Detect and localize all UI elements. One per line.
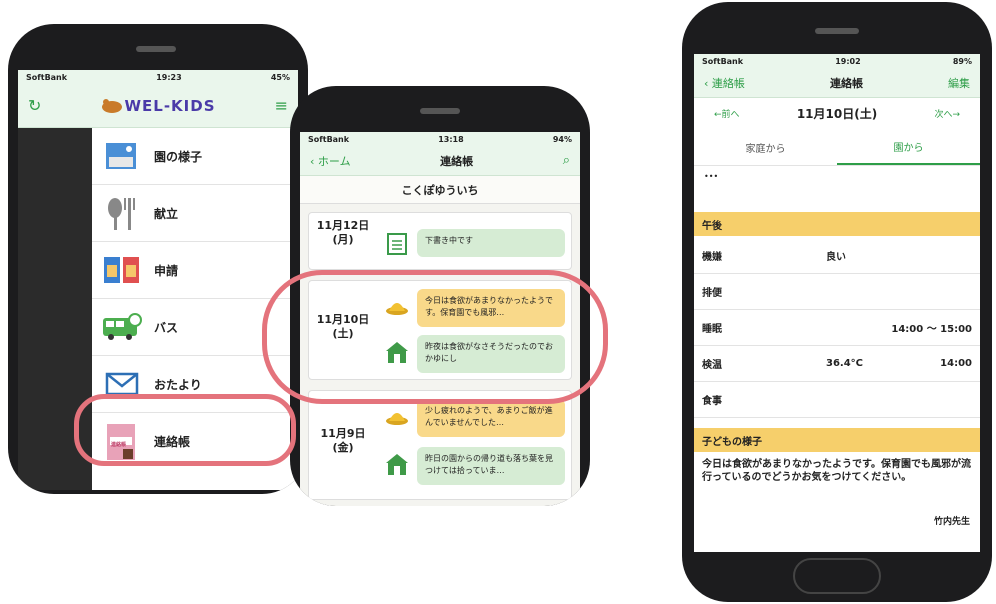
prev-day-button[interactable]: ←前へ xyxy=(714,107,740,120)
phone-notebook-detail: SoftBank 19:02 89% ‹ 連絡帳 連絡帳 編集 ←前へ 11月1… xyxy=(682,2,992,602)
back-button[interactable]: ‹ ホーム xyxy=(310,153,351,169)
clock: 19:02 xyxy=(835,56,861,66)
notebook-icon: 連絡帳 xyxy=(102,423,142,460)
day-date: 11月9日 (金) xyxy=(320,427,366,454)
home-icon xyxy=(386,454,408,475)
fork-knife-icon xyxy=(102,196,142,230)
menu-item-application[interactable]: 申請 xyxy=(92,242,298,299)
ellipsis: ••• xyxy=(704,172,719,181)
form-icon xyxy=(102,253,142,287)
school-hat-icon xyxy=(386,413,408,425)
message-bubble[interactable]: 少し疲れのようで、あまりご飯が進んでいませんでした… xyxy=(417,399,565,437)
record-row: 機嫌 良い xyxy=(694,238,980,274)
clock: 13:18 xyxy=(438,134,464,144)
home-icon xyxy=(386,342,408,363)
teacher-signature: 竹内先生 xyxy=(933,517,970,527)
carrier: SoftBank xyxy=(702,56,744,66)
day-card[interactable]: 11月12日 (月) 下書き中です xyxy=(308,212,572,270)
speaker xyxy=(815,28,859,34)
home-button[interactable] xyxy=(793,558,881,594)
clock: 19:23 xyxy=(156,72,182,82)
record-row: 検温 36.4°C 14:00 xyxy=(694,346,980,382)
carrier: SoftBank xyxy=(26,72,68,82)
notebook-detail-screen: SoftBank 19:02 89% ‹ 連絡帳 連絡帳 編集 ←前へ 11月1… xyxy=(694,54,980,552)
message-bubble[interactable]: 下書き中です xyxy=(417,229,565,257)
day-date: 11月10日 (土) xyxy=(316,313,370,340)
day-card[interactable]: 11月10日 (土) 今日は食欲があまりなかったようです。保育園でも風邪… 昨夜… xyxy=(308,280,572,380)
status-bar: SoftBank 19:02 89% xyxy=(694,54,980,68)
tab-bar: 家庭から 園から xyxy=(694,130,980,166)
message-bubble[interactable]: 今日は食欲があまりなかったようです。保育園でも風邪… xyxy=(417,289,565,327)
app-header: ↻ WEL-KIDS ≡ xyxy=(18,84,298,128)
current-date: 11月10日(土) xyxy=(796,106,878,121)
message-bubble[interactable]: 昨夜は食欲がなさそうだったのでおかゆにし xyxy=(417,335,565,373)
menu-item-bus[interactable]: バス xyxy=(92,299,298,356)
logo-text: WEL-KIDS xyxy=(124,96,216,115)
photo-icon xyxy=(102,139,142,173)
status-bar: SoftBank 19:23 45% xyxy=(18,70,298,84)
notebook-list-screen: SoftBank 13:18 94% ‹ ホーム 連絡帳 ⌕ こくぽゆういち 1… xyxy=(300,132,580,506)
search-icon[interactable]: ⌕ xyxy=(563,153,570,168)
nav-bar: ‹ 連絡帳 連絡帳 編集 xyxy=(694,68,980,98)
nav-title: 連絡帳 xyxy=(829,76,863,90)
battery: 94% xyxy=(552,134,572,144)
record-row: 食事 xyxy=(694,382,980,418)
app-logo: WEL-KIDS xyxy=(100,97,215,115)
date-navigator: ←前へ 11月10日(土) 次へ→ xyxy=(694,98,980,128)
draft-document-icon xyxy=(387,233,407,255)
phone-notebook-list: SoftBank 13:18 94% ‹ ホーム 連絡帳 ⌕ こくぽゆういち 1… xyxy=(290,86,590,506)
nav-bar: ‹ ホーム 連絡帳 ⌕ xyxy=(300,146,580,176)
tab-home[interactable]: 家庭から xyxy=(694,130,837,165)
side-menu: 園の様子 献立 申請 バス おたより 連絡帳 連絡帳 xyxy=(92,128,298,470)
next-day-button[interactable]: 次へ→ xyxy=(934,107,960,120)
status-bar: SoftBank 13:18 94% xyxy=(300,132,580,146)
menu-item-notebook[interactable]: 連絡帳 連絡帳 xyxy=(92,413,298,470)
mail-icon xyxy=(102,367,142,401)
nav-title: 連絡帳 xyxy=(440,154,474,168)
record-row: 睡眠 14:00 ～ 15:00 xyxy=(694,310,980,346)
speaker xyxy=(420,108,460,114)
day-card[interactable]: 11月9日 (金) 少し疲れのようで、あまりご飯が進んでいませんでした… 昨日の… xyxy=(308,390,572,500)
menu-item-photos[interactable]: 園の様子 xyxy=(92,128,298,185)
tab-nursery[interactable]: 園から xyxy=(837,130,980,165)
message-bubble[interactable]: 昨日の園からの帰り道も落ち葉を見つけては拾っていま… xyxy=(417,447,565,485)
record-row: 排便 xyxy=(694,274,980,310)
back-button[interactable]: ‹ 連絡帳 xyxy=(704,75,745,91)
notebook-icon-text: 連絡帳 xyxy=(111,441,127,448)
refresh-icon[interactable]: ↻ xyxy=(28,96,41,115)
section-child-status: 子どもの様子 xyxy=(694,428,980,452)
child-name: こくぽゆういち xyxy=(300,176,580,204)
battery: 89% xyxy=(952,56,972,66)
school-hat-icon xyxy=(386,303,408,315)
bear-icon xyxy=(102,98,123,113)
menu-item-newsletter[interactable]: おたより xyxy=(92,356,298,413)
menu-item-menu[interactable]: 献立 xyxy=(92,185,298,242)
edit-button[interactable]: 編集 xyxy=(948,75,970,91)
section-afternoon: 午後 xyxy=(694,212,980,236)
hamburger-icon[interactable]: ≡ xyxy=(275,96,288,115)
drawer-overlay[interactable] xyxy=(18,128,92,490)
teacher-note: 今日は食欲があまりなかったようです。保育園でも風邪が流行っているのでどうかお気を… xyxy=(702,459,971,483)
bus-icon xyxy=(102,310,142,344)
phone-menu: SoftBank 19:23 45% ↻ WEL-KIDS ≡ 園の様子 献立 … xyxy=(8,24,308,494)
battery: 45% xyxy=(270,72,290,82)
carrier: SoftBank xyxy=(308,134,350,144)
menu-screen: SoftBank 19:23 45% ↻ WEL-KIDS ≡ 園の様子 献立 … xyxy=(18,70,298,490)
day-date: 11月12日 (月) xyxy=(316,219,370,246)
speaker xyxy=(136,46,176,52)
